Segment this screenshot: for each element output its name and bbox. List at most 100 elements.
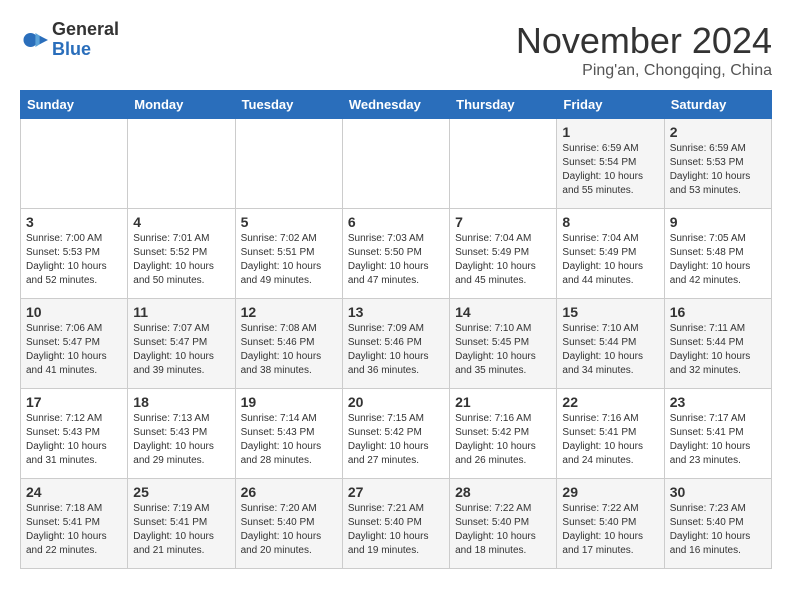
day-number: 26 xyxy=(241,484,337,500)
logo-blue: Blue xyxy=(52,40,119,60)
day-cell: 11 Sunrise: 7:07 AMSunset: 5:47 PMDayligh… xyxy=(128,299,235,389)
day-number: 24 xyxy=(26,484,122,500)
day-number: 8 xyxy=(562,214,658,230)
day-info: Sunrise: 6:59 AMSunset: 5:53 PMDaylight:… xyxy=(670,142,766,198)
day-cell: 27 Sunrise: 7:21 AMSunset: 5:40 PMDayligh… xyxy=(342,479,449,569)
day-number: 29 xyxy=(562,484,658,500)
day-number: 3 xyxy=(26,214,122,230)
header-day-friday: Friday xyxy=(557,91,664,119)
day-info: Sunrise: 6:59 AMSunset: 5:54 PMDaylight:… xyxy=(562,142,658,198)
day-cell: 5Sunrise: 7:02 AMSunset: 5:51 PMDaylight… xyxy=(235,209,342,299)
day-cell: 8 Sunrise: 7:04 AMSunset: 5:49 PMDaylight… xyxy=(557,209,664,299)
day-info: Sunrise: 7:04 AMSunset: 5:49 PMDaylight:… xyxy=(562,232,658,288)
day-info: Sunrise: 7:10 AMSunset: 5:45 PMDaylight:… xyxy=(455,322,551,378)
day-info: Sunrise: 7:19 AMSunset: 5:41 PMDaylight:… xyxy=(133,502,229,558)
day-cell: 26 Sunrise: 7:20 AMSunset: 5:40 PMDayligh… xyxy=(235,479,342,569)
header-day-tuesday: Tuesday xyxy=(235,91,342,119)
day-info: Sunrise: 7:06 AMSunset: 5:47 PMDaylight:… xyxy=(26,322,122,378)
day-cell xyxy=(21,119,128,209)
week-row-2: 3 Sunrise: 7:00 AMSunset: 5:53 PMDaylight… xyxy=(21,209,772,299)
week-row-1: 1 Sunrise: 6:59 AMSunset: 5:54 PMDaylight… xyxy=(21,119,772,209)
day-cell: 18 Sunrise: 7:13 AMSunset: 5:43 PMDayligh… xyxy=(128,389,235,479)
day-info: Sunrise: 7:13 AMSunset: 5:43 PMDaylight:… xyxy=(133,412,229,468)
day-cell: 24Sunrise: 7:18 AMSunset: 5:41 PMDayligh… xyxy=(21,479,128,569)
day-info: Sunrise: 7:22 AMSunset: 5:40 PMDaylight:… xyxy=(562,502,658,558)
day-info: Sunrise: 7:16 AMSunset: 5:42 PMDaylight:… xyxy=(455,412,551,468)
day-cell: 22Sunrise: 7:16 AMSunset: 5:41 PMDayligh… xyxy=(557,389,664,479)
day-cell: 13 Sunrise: 7:09 AMSunset: 5:46 PMDayligh… xyxy=(342,299,449,389)
day-cell: 2 Sunrise: 6:59 AMSunset: 5:53 PMDaylight… xyxy=(664,119,771,209)
logo: General Blue xyxy=(20,20,119,60)
day-info: Sunrise: 7:05 AMSunset: 5:48 PMDaylight:… xyxy=(670,232,766,288)
day-info: Sunrise: 7:22 AMSunset: 5:40 PMDaylight:… xyxy=(455,502,551,558)
day-number: 18 xyxy=(133,394,229,410)
day-cell: 16Sunrise: 7:11 AMSunset: 5:44 PMDayligh… xyxy=(664,299,771,389)
day-number: 30 xyxy=(670,484,766,500)
day-cell: 23 Sunrise: 7:17 AMSunset: 5:41 PMDayligh… xyxy=(664,389,771,479)
day-info: Sunrise: 7:08 AMSunset: 5:46 PMDaylight:… xyxy=(241,322,337,378)
day-number: 23 xyxy=(670,394,766,410)
day-number: 14 xyxy=(455,304,551,320)
day-number: 12 xyxy=(241,304,337,320)
header-day-saturday: Saturday xyxy=(664,91,771,119)
day-number: 21 xyxy=(455,394,551,410)
day-cell xyxy=(450,119,557,209)
day-number: 25 xyxy=(133,484,229,500)
day-info: Sunrise: 7:03 AMSunset: 5:50 PMDaylight:… xyxy=(348,232,444,288)
day-info: Sunrise: 7:16 AMSunset: 5:41 PMDaylight:… xyxy=(562,412,658,468)
day-number: 15 xyxy=(562,304,658,320)
header-day-thursday: Thursday xyxy=(450,91,557,119)
day-info: Sunrise: 7:01 AMSunset: 5:52 PMDaylight:… xyxy=(133,232,229,288)
day-cell: 30Sunrise: 7:23 AMSunset: 5:40 PMDayligh… xyxy=(664,479,771,569)
logo-general: General xyxy=(52,20,119,40)
week-row-4: 17 Sunrise: 7:12 AMSunset: 5:43 PMDayligh… xyxy=(21,389,772,479)
day-info: Sunrise: 7:12 AMSunset: 5:43 PMDaylight:… xyxy=(26,412,122,468)
day-number: 27 xyxy=(348,484,444,500)
day-cell: 12 Sunrise: 7:08 AMSunset: 5:46 PMDayligh… xyxy=(235,299,342,389)
day-info: Sunrise: 7:20 AMSunset: 5:40 PMDaylight:… xyxy=(241,502,337,558)
day-cell: 3 Sunrise: 7:00 AMSunset: 5:53 PMDaylight… xyxy=(21,209,128,299)
day-cell: 28Sunrise: 7:22 AMSunset: 5:40 PMDayligh… xyxy=(450,479,557,569)
location: Ping'an, Chongqing, China xyxy=(516,62,772,80)
day-number: 4 xyxy=(133,214,229,230)
month-title: November 2024 xyxy=(516,20,772,62)
header-row: SundayMondayTuesdayWednesdayThursdayFrid… xyxy=(21,91,772,119)
day-info: Sunrise: 7:07 AMSunset: 5:47 PMDaylight:… xyxy=(133,322,229,378)
calendar-header: SundayMondayTuesdayWednesdayThursdayFrid… xyxy=(21,91,772,119)
day-cell: 14 Sunrise: 7:10 AMSunset: 5:45 PMDayligh… xyxy=(450,299,557,389)
day-number: 2 xyxy=(670,124,766,140)
day-number: 1 xyxy=(562,124,658,140)
day-info: Sunrise: 7:21 AMSunset: 5:40 PMDaylight:… xyxy=(348,502,444,558)
title-block: November 2024 Ping'an, Chongqing, China xyxy=(516,20,772,80)
day-info: Sunrise: 7:17 AMSunset: 5:41 PMDaylight:… xyxy=(670,412,766,468)
day-cell: 17 Sunrise: 7:12 AMSunset: 5:43 PMDayligh… xyxy=(21,389,128,479)
day-cell: 20 Sunrise: 7:15 AMSunset: 5:42 PMDayligh… xyxy=(342,389,449,479)
day-info: Sunrise: 7:09 AMSunset: 5:46 PMDaylight:… xyxy=(348,322,444,378)
day-number: 20 xyxy=(348,394,444,410)
day-info: Sunrise: 7:00 AMSunset: 5:53 PMDaylight:… xyxy=(26,232,122,288)
day-cell: 9Sunrise: 7:05 AMSunset: 5:48 PMDaylight… xyxy=(664,209,771,299)
calendar-table: SundayMondayTuesdayWednesdayThursdayFrid… xyxy=(20,90,772,569)
day-number: 13 xyxy=(348,304,444,320)
day-number: 16 xyxy=(670,304,766,320)
week-row-5: 24Sunrise: 7:18 AMSunset: 5:41 PMDayligh… xyxy=(21,479,772,569)
day-info: Sunrise: 7:15 AMSunset: 5:42 PMDaylight:… xyxy=(348,412,444,468)
day-cell xyxy=(235,119,342,209)
day-info: Sunrise: 7:14 AMSunset: 5:43 PMDaylight:… xyxy=(241,412,337,468)
day-cell xyxy=(342,119,449,209)
day-cell: 1 Sunrise: 6:59 AMSunset: 5:54 PMDaylight… xyxy=(557,119,664,209)
header-day-sunday: Sunday xyxy=(21,91,128,119)
week-row-3: 10 Sunrise: 7:06 AMSunset: 5:47 PMDayligh… xyxy=(21,299,772,389)
header-day-monday: Monday xyxy=(128,91,235,119)
day-number: 6 xyxy=(348,214,444,230)
day-cell: 15Sunrise: 7:10 AMSunset: 5:44 PMDayligh… xyxy=(557,299,664,389)
day-info: Sunrise: 7:04 AMSunset: 5:49 PMDaylight:… xyxy=(455,232,551,288)
logo-text: General Blue xyxy=(52,20,119,60)
calendar-body: 1 Sunrise: 6:59 AMSunset: 5:54 PMDaylight… xyxy=(21,119,772,569)
day-cell: 4 Sunrise: 7:01 AMSunset: 5:52 PMDaylight… xyxy=(128,209,235,299)
day-number: 10 xyxy=(26,304,122,320)
day-cell: 21 Sunrise: 7:16 AMSunset: 5:42 PMDayligh… xyxy=(450,389,557,479)
day-cell: 29 Sunrise: 7:22 AMSunset: 5:40 PMDayligh… xyxy=(557,479,664,569)
day-number: 17 xyxy=(26,394,122,410)
day-number: 11 xyxy=(133,304,229,320)
